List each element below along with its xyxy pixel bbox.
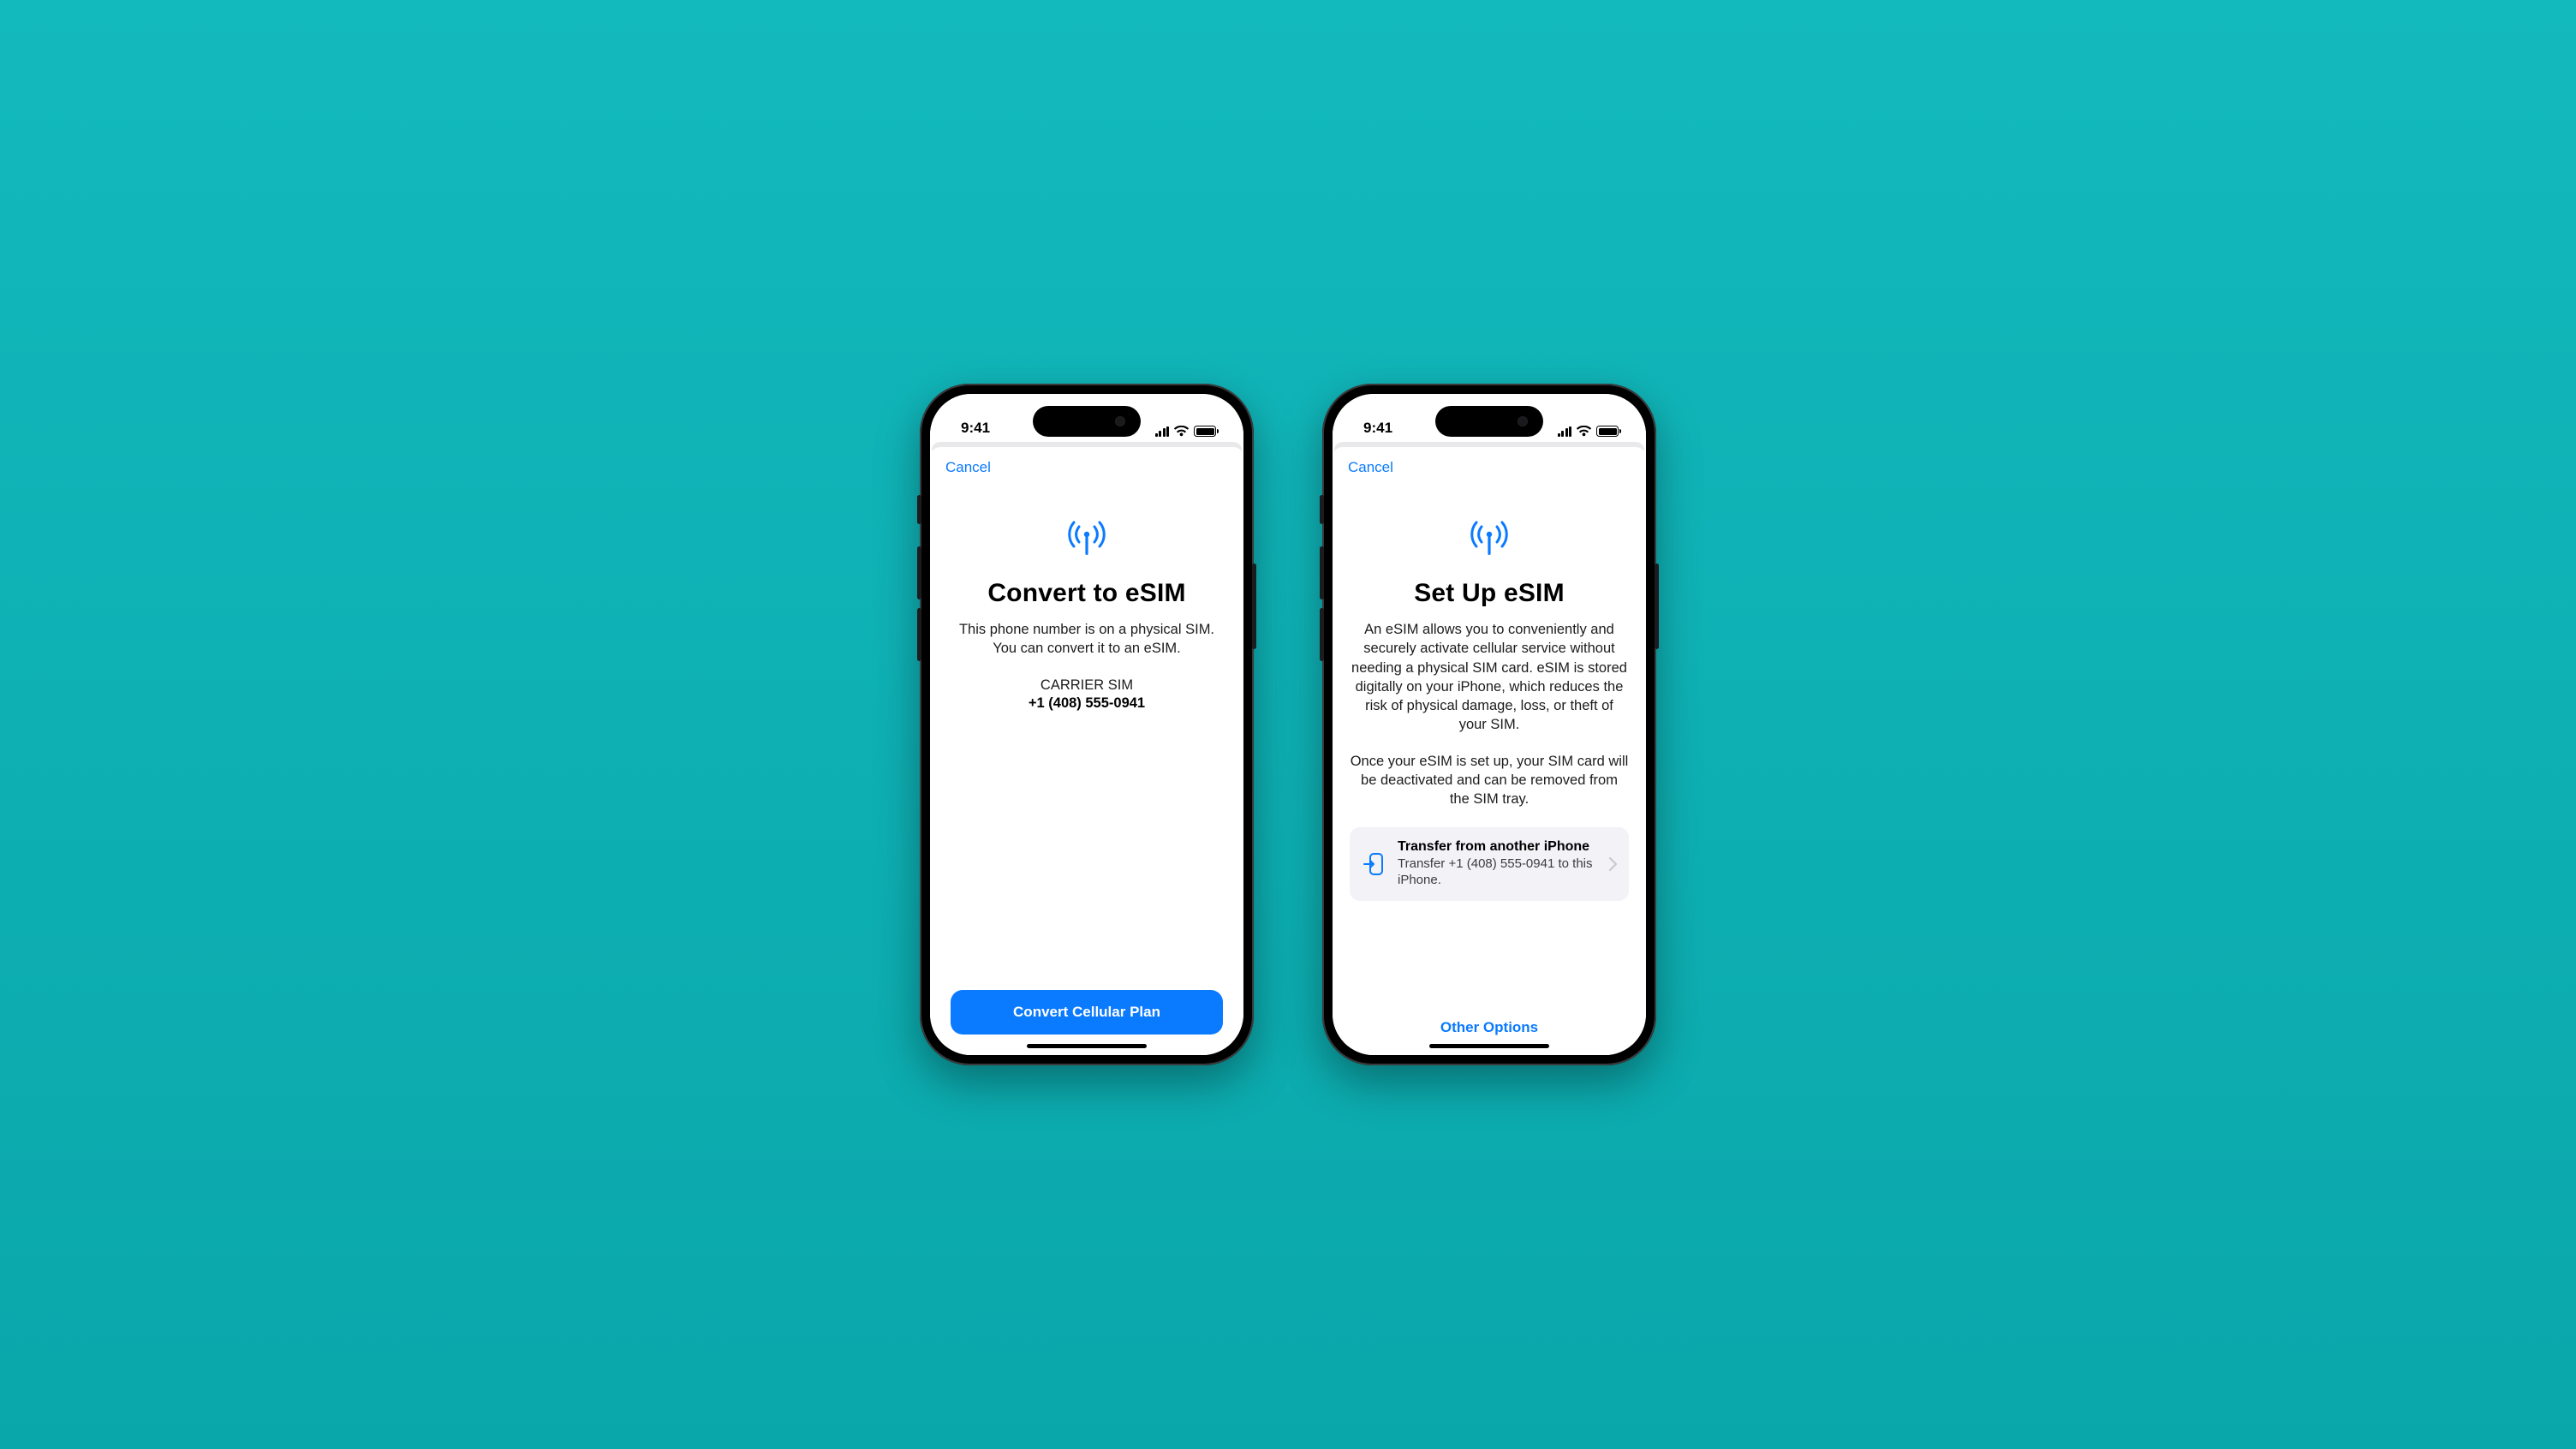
page-title: Set Up eSIM: [1350, 579, 1629, 608]
screen: 9:41 Cancel: [930, 394, 1243, 1055]
silence-switch: [1320, 495, 1324, 524]
cancel-button[interactable]: Cancel: [945, 459, 991, 475]
other-options-button[interactable]: Other Options: [1350, 1005, 1629, 1040]
page-description-1: An eSIM allows you to conveniently and s…: [1350, 620, 1629, 735]
nav-bar: Cancel: [1333, 447, 1646, 481]
volume-up-button: [917, 546, 921, 599]
side-button: [1252, 564, 1256, 649]
transfer-icon: [1363, 852, 1384, 876]
volume-up-button: [1320, 546, 1324, 599]
silence-switch: [917, 495, 921, 524]
wifi-icon: [1577, 426, 1591, 437]
page-description-2: Once your eSIM is set up, your SIM card …: [1350, 752, 1629, 809]
chevron-right-icon: [1609, 857, 1617, 871]
battery-icon: [1194, 426, 1216, 437]
cellular-antenna-icon: [1468, 519, 1511, 557]
iphone-mockup-right: 9:41 Cancel: [1322, 384, 1656, 1065]
content-area: Convert to eSIM This phone number is on …: [930, 481, 1243, 1040]
phone-number: +1 (408) 555-0941: [947, 695, 1226, 712]
cellular-signal-icon: [1558, 426, 1572, 437]
cell-title: Transfer from another iPhone: [1398, 839, 1597, 855]
transfer-from-another-iphone-cell[interactable]: Transfer from another iPhone Transfer +1…: [1350, 827, 1629, 901]
cell-subtitle: Transfer +1 (408) 555-0941 to this iPhon…: [1398, 856, 1597, 889]
modal-sheet: Cancel Set Up eSIM: [1333, 447, 1646, 1055]
status-right: [1558, 426, 1619, 437]
status-right: [1155, 426, 1217, 437]
content-area: Set Up eSIM An eSIM allows you to conven…: [1333, 481, 1646, 1040]
volume-down-button: [1320, 608, 1324, 661]
convert-cellular-plan-button[interactable]: Convert Cellular Plan: [951, 990, 1223, 1035]
cellular-antenna-icon: [1065, 519, 1108, 557]
dynamic-island: [1033, 406, 1141, 437]
dynamic-island: [1435, 406, 1543, 437]
battery-icon: [1596, 426, 1619, 437]
status-time: 9:41: [961, 420, 990, 437]
page-description: This phone number is on a physical SIM. …: [947, 620, 1226, 659]
screen: 9:41 Cancel: [1333, 394, 1646, 1055]
home-indicator[interactable]: [1027, 1044, 1147, 1048]
cancel-button[interactable]: Cancel: [1348, 459, 1393, 475]
iphone-mockup-left: 9:41 Cancel: [920, 384, 1254, 1065]
nav-bar: Cancel: [930, 447, 1243, 481]
cellular-signal-icon: [1155, 426, 1170, 437]
side-button: [1655, 564, 1659, 649]
volume-down-button: [917, 608, 921, 661]
carrier-label: CARRIER SIM: [947, 677, 1226, 694]
modal-sheet: Cancel Convert to eSIM: [930, 447, 1243, 1055]
status-time: 9:41: [1363, 420, 1392, 437]
wifi-icon: [1174, 426, 1189, 437]
home-indicator[interactable]: [1429, 1044, 1549, 1048]
page-title: Convert to eSIM: [947, 579, 1226, 608]
